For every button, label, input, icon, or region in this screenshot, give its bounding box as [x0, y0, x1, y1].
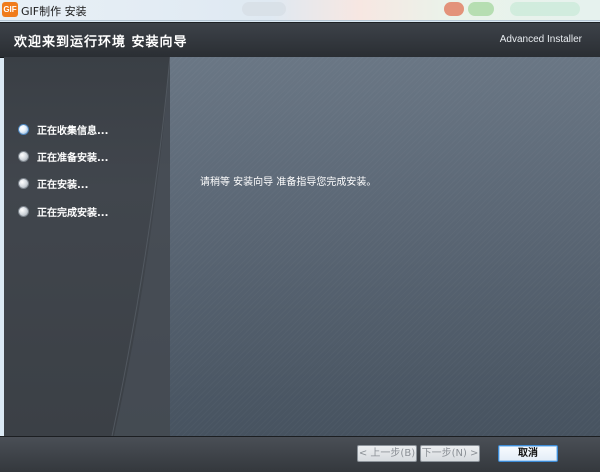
background-ghost [444, 2, 464, 16]
step-radio-icon [18, 150, 29, 162]
background-ghost [510, 2, 580, 16]
step-label: 正在准备安装... [37, 152, 109, 164]
step-active-radio-icon [18, 123, 29, 135]
installer-header: 欢迎来到运行环境 安装向导 Advanced Installer [0, 22, 600, 58]
background-ghost [468, 2, 494, 16]
step-label: 正在完成安装... [37, 207, 109, 219]
steps-panel: 正在收集信息... 正在准备安装... 正在安装... 正在完成安装... [4, 57, 170, 436]
next-button[interactable]: 下一步(N) > [420, 445, 480, 462]
step-radio-icon [18, 205, 29, 217]
page-title: 欢迎来到运行环境 安装向导 [14, 35, 188, 50]
window-titlebar[interactable]: GIF GIF制作 安装 [0, 0, 600, 21]
step-label: 正在收集信息... [37, 125, 109, 137]
step-radio-icon [18, 177, 29, 189]
step-label: 正在安装... [37, 179, 89, 191]
button-bar: < 上一步(B) 下一步(N) > 取消 [0, 436, 600, 472]
step-collecting-info: 正在收集信息... [18, 120, 108, 138]
step-installing: 正在安装... [18, 174, 88, 192]
gif-app-icon: GIF [2, 2, 18, 17]
step-finishing-install: 正在完成安装... [18, 202, 108, 220]
background-ghost [242, 2, 286, 16]
installer-window: GIF GIF制作 安装 欢迎来到运行环境 安装向导 Advanced Inst… [0, 0, 600, 472]
cancel-button[interactable]: 取消 [498, 445, 558, 462]
back-button[interactable]: < 上一步(B) [357, 445, 417, 462]
decorative-curve [111, 57, 170, 436]
status-message: 请稍等 安装向导 准备指导您完成安装。 [200, 177, 377, 188]
main-content: 请稍等 安装向导 准备指导您完成安装。 [170, 57, 600, 436]
brand-label: Advanced Installer [499, 34, 582, 45]
window-title: GIF制作 安装 [21, 5, 87, 18]
step-preparing-install: 正在准备安装... [18, 147, 108, 165]
